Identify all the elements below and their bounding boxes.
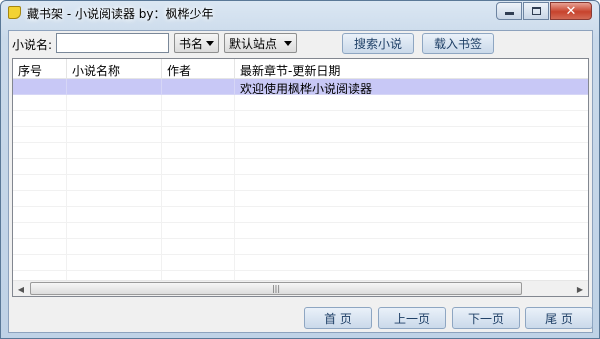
dropdown-arrow-icon: [206, 41, 214, 46]
empty-cell: [67, 127, 162, 143]
empty-cell: [235, 191, 588, 207]
empty-row: [13, 127, 588, 143]
empty-row: [13, 175, 588, 191]
empty-cell: [13, 175, 67, 191]
empty-cell: [67, 255, 162, 271]
empty-cell: [162, 239, 235, 255]
cell-author: [162, 79, 235, 95]
empty-row: [13, 159, 588, 175]
empty-cell: [162, 95, 235, 111]
empty-cell: [13, 191, 67, 207]
column-header-index[interactable]: 序号: [13, 59, 67, 79]
bookshelf-icon: [8, 6, 21, 19]
scroll-right-icon[interactable]: ▶: [572, 281, 588, 296]
empty-row: [13, 143, 588, 159]
empty-cell: [67, 223, 162, 239]
minimize-icon: [504, 12, 514, 15]
site-select[interactable]: 默认站点: [224, 33, 297, 53]
dropdown-arrow-icon: [284, 41, 292, 46]
empty-row: [13, 207, 588, 223]
empty-cell: [235, 111, 588, 127]
empty-cell: [162, 159, 235, 175]
empty-row: [13, 111, 588, 127]
empty-cell: [235, 175, 588, 191]
empty-cell: [13, 127, 67, 143]
column-header-latest[interactable]: 最新章节-更新日期: [235, 59, 588, 79]
empty-cell: [162, 223, 235, 239]
empty-cell: [67, 175, 162, 191]
empty-cell: [67, 143, 162, 159]
load-bookmark-button[interactable]: 载入书签: [422, 33, 494, 54]
title-bar[interactable]: 藏书架 - 小说阅读器 by：枫桦少年 ✕: [1, 1, 599, 25]
empty-cell: [67, 111, 162, 127]
empty-cell: [67, 159, 162, 175]
search-field-select[interactable]: 书名: [174, 33, 219, 53]
minimize-button[interactable]: [496, 2, 522, 20]
empty-cell: [13, 143, 67, 159]
empty-cell: [235, 223, 588, 239]
prev-page-button[interactable]: 上一页: [378, 307, 446, 329]
scroll-left-icon[interactable]: ◀: [13, 281, 29, 296]
site-value: 默认站点: [229, 36, 278, 51]
empty-cell: [235, 127, 588, 143]
empty-cell: [235, 143, 588, 159]
search-novel-button[interactable]: 搜索小说: [342, 33, 414, 54]
empty-cell: [235, 95, 588, 111]
client-area: 小说名: 书名 默认站点 搜索小说 载入书签 序号 小说名称 作者 最新章节-更…: [8, 30, 593, 333]
horizontal-scrollbar[interactable]: ◀ ||| ▶: [13, 280, 588, 296]
empty-cell: [13, 255, 67, 271]
empty-cell: [162, 127, 235, 143]
scrollbar-thumb[interactable]: |||: [30, 282, 522, 295]
column-header-author[interactable]: 作者: [162, 59, 235, 79]
caption-buttons: ✕: [495, 2, 592, 20]
cell-index: [13, 79, 67, 95]
empty-row: [13, 95, 588, 111]
empty-cell: [162, 207, 235, 223]
empty-cell: [162, 143, 235, 159]
search-field-value: 书名: [179, 36, 204, 51]
empty-cell: [235, 255, 588, 271]
empty-row: [13, 191, 588, 207]
empty-cell: [67, 191, 162, 207]
next-page-button[interactable]: 下一页: [452, 307, 520, 329]
empty-cell: [162, 175, 235, 191]
empty-cell: [162, 191, 235, 207]
list-item[interactable]: 欢迎使用枫桦小说阅读器: [13, 79, 588, 95]
close-button[interactable]: ✕: [550, 2, 592, 20]
empty-cell: [13, 159, 67, 175]
empty-cell: [13, 223, 67, 239]
list-header: 序号 小说名称 作者 最新章节-更新日期: [13, 59, 588, 79]
close-icon: ✕: [565, 3, 577, 19]
empty-cell: [13, 239, 67, 255]
novel-name-input[interactable]: [56, 33, 169, 53]
novel-list[interactable]: 序号 小说名称 作者 最新章节-更新日期 欢迎使用枫桦小说阅读器 ◀ ||| ▶: [12, 58, 589, 297]
empty-row: [13, 255, 588, 271]
empty-cell: [13, 95, 67, 111]
column-header-title[interactable]: 小说名称: [67, 59, 162, 79]
empty-cell: [67, 239, 162, 255]
maximize-button[interactable]: [523, 2, 549, 20]
empty-cell: [13, 207, 67, 223]
empty-cell: [235, 239, 588, 255]
empty-cell: [235, 159, 588, 175]
empty-cell: [162, 255, 235, 271]
novel-name-label: 小说名:: [12, 38, 53, 52]
cell-title: [67, 79, 162, 95]
empty-cell: [67, 207, 162, 223]
empty-cell: [235, 207, 588, 223]
first-page-button[interactable]: 首 页: [304, 307, 372, 329]
empty-cell: [67, 95, 162, 111]
last-page-button[interactable]: 尾 页: [525, 307, 593, 329]
cell-latest: 欢迎使用枫桦小说阅读器: [235, 79, 588, 95]
empty-row: [13, 239, 588, 255]
main-window: 藏书架 - 小说阅读器 by：枫桦少年 ✕ 小说名: 书名 默认站点 搜索小说 …: [0, 0, 600, 339]
empty-row: [13, 223, 588, 239]
maximize-icon: [531, 7, 541, 15]
empty-cell: [162, 111, 235, 127]
window-title: 藏书架 - 小说阅读器 by：枫桦少年: [27, 7, 214, 21]
empty-cell: [13, 111, 67, 127]
